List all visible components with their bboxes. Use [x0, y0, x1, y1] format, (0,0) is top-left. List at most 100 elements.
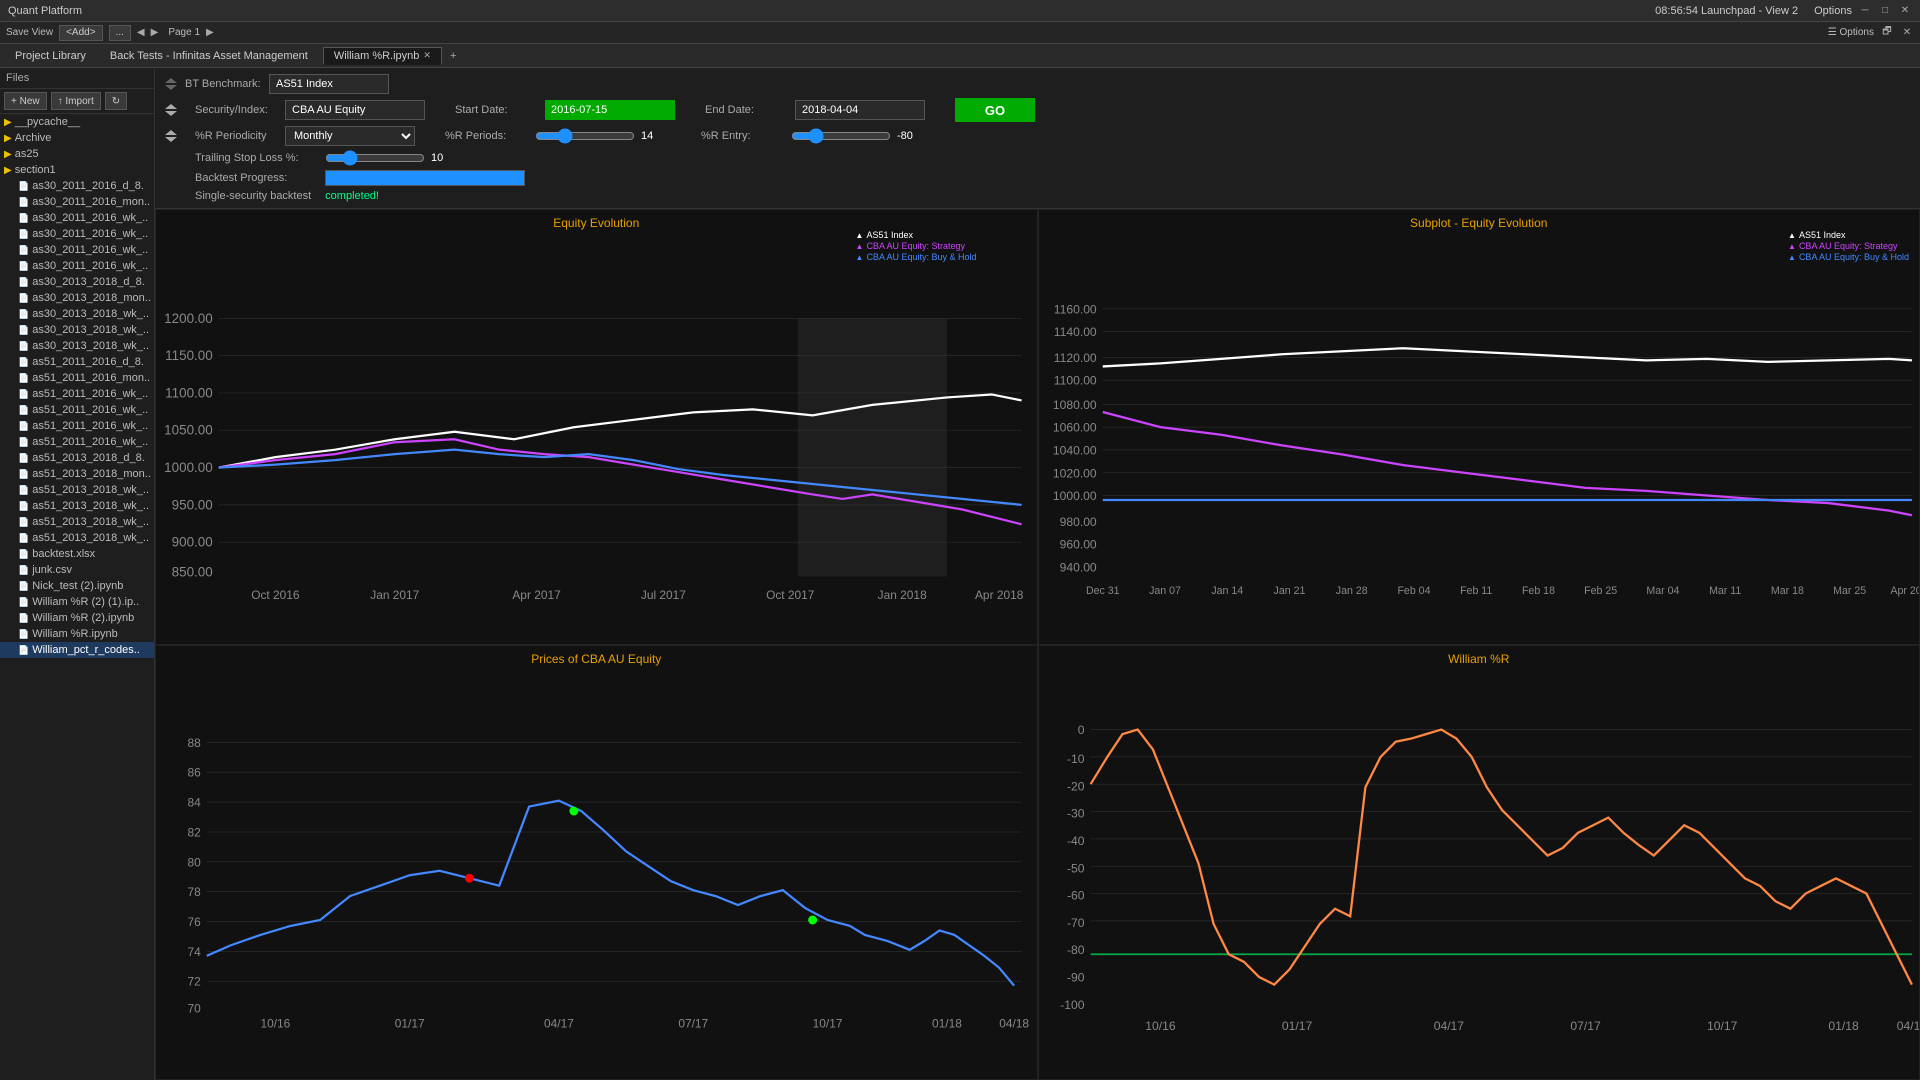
sidebar-file-item[interactable]: 📄as30_2013_2018_wk_.. [0, 306, 154, 322]
svg-text:Mar 11: Mar 11 [1709, 585, 1741, 597]
import-button[interactable]: ↑ Import [51, 92, 101, 110]
svg-text:Jan 21: Jan 21 [1273, 585, 1305, 597]
svg-text:Oct 2017: Oct 2017 [766, 588, 815, 602]
trailing-stop-slider[interactable] [325, 150, 425, 166]
sidebar-file-item[interactable]: 📄as51_2011_2016_wk_.. [0, 386, 154, 402]
file-name: William %R (2) (1).ip.. [32, 596, 139, 608]
svg-text:-20: -20 [1067, 779, 1085, 793]
arrow-up-3[interactable] [165, 130, 177, 135]
file-name: as51_2013_2018_wk_.. [32, 532, 149, 544]
file-name: as30_2013_2018_wk_.. [32, 324, 149, 336]
sidebar-file-item[interactable]: 📄as51_2011_2016_wk_.. [0, 434, 154, 450]
svg-text:Mar 18: Mar 18 [1770, 585, 1803, 597]
sidebar-file-item[interactable]: 📄junk.csv [0, 562, 154, 578]
progress-bar-fill [326, 171, 524, 185]
start-date-input[interactable] [545, 100, 675, 120]
svg-text:04/18: 04/18 [999, 1016, 1029, 1030]
sidebar-file-item[interactable]: 📄as30_2013_2018_wk_.. [0, 338, 154, 354]
tab-william[interactable]: William %R.ipynb ✕ [323, 47, 442, 65]
arrow-up-2[interactable] [165, 104, 177, 109]
quant-title-bar: Quant Platform 08:56:54 Launchpad - View… [0, 0, 1920, 22]
end-date-input[interactable] [795, 100, 925, 120]
row-progress: Backtest Progress: [165, 170, 1910, 186]
svg-text:Jan 2018: Jan 2018 [878, 588, 927, 602]
sidebar-file-item[interactable]: 📄William %R (2) (1).ip.. [0, 594, 154, 610]
refresh-button[interactable]: ↻ [105, 92, 127, 110]
sidebar-file-item[interactable]: 📄as30_2013_2018_mon.. [0, 290, 154, 306]
svg-text:07/17: 07/17 [1570, 1019, 1601, 1033]
sidebar-file-item[interactable]: 📄as51_2011_2016_d_8. [0, 354, 154, 370]
sidebar-file-item[interactable]: 📄William_pct_r_codes.. [0, 642, 154, 658]
sidebar-file-item[interactable]: 📄as30_2011_2016_wk_.. [0, 226, 154, 242]
arrow-down-2[interactable] [165, 111, 177, 116]
page-nav-right[interactable]: ▶ [206, 27, 214, 38]
sidebar-file-item[interactable]: 📄as51_2011_2016_wk_.. [0, 418, 154, 434]
menu-project-library[interactable]: Project Library [4, 47, 97, 65]
sidebar-file-item[interactable]: 📄as51_2013_2018_mon.. [0, 466, 154, 482]
options-label-right[interactable]: ☰ Options [1828, 27, 1874, 38]
sidebar-title: Files [0, 68, 154, 89]
sidebar-file-item[interactable]: 📄as51_2013_2018_wk_.. [0, 498, 154, 514]
sidebar-folder-item[interactable]: ▶as25 [0, 146, 154, 162]
sidebar-folder-item[interactable]: ▶section1 [0, 162, 154, 178]
go-button[interactable]: GO [955, 98, 1035, 122]
folder-icon: ▶ [4, 117, 12, 128]
svg-text:Mar 04: Mar 04 [1646, 585, 1679, 597]
bt-benchmark-input[interactable] [269, 74, 389, 94]
sidebar-file-item[interactable]: 📄William %R (2).ipynb [0, 610, 154, 626]
sidebar-file-item[interactable]: 📄as51_2011_2016_mon.. [0, 370, 154, 386]
restore-btn[interactable]: 🗗 [1880, 26, 1894, 40]
sidebar-file-item[interactable]: 📄as30_2013_2018_wk_.. [0, 322, 154, 338]
sidebar-file-item[interactable]: 📄as30_2011_2016_wk_.. [0, 210, 154, 226]
tab-close-icon[interactable]: ✕ [423, 50, 431, 61]
sidebar-file-item[interactable]: 📄as51_2013_2018_wk_.. [0, 482, 154, 498]
bt-benchmark-label: BT Benchmark: [185, 78, 265, 90]
security-index-input[interactable] [285, 100, 425, 120]
sidebar-file-item[interactable]: 📄as51_2013_2018_wk_.. [0, 514, 154, 530]
sidebar-file-item[interactable]: 📄as51_2011_2016_wk_.. [0, 402, 154, 418]
periodicity-select[interactable]: Monthly Weekly Daily [285, 126, 415, 146]
options-label-top[interactable]: Options [1814, 5, 1852, 17]
add-tab-btn[interactable]: + [444, 48, 462, 64]
pct-r-entry-slider[interactable] [791, 128, 891, 144]
arrow-down-3[interactable] [165, 137, 177, 142]
pct-r-periods-slider[interactable] [535, 128, 635, 144]
sidebar-file-item[interactable]: 📄backtest.xlsx [0, 546, 154, 562]
minimize-btn[interactable]: ─ [1858, 4, 1872, 18]
file-icon: 📄 [18, 453, 29, 464]
new-button[interactable]: + New [4, 92, 47, 110]
svg-text:88: 88 [188, 735, 202, 749]
maximize-btn[interactable]: □ [1878, 4, 1892, 18]
file-icon: 📄 [18, 309, 29, 320]
sidebar-file-item[interactable]: 📄as30_2013_2018_d_8. [0, 274, 154, 290]
sidebar-file-item[interactable]: 📄as30_2011_2016_wk_.. [0, 258, 154, 274]
svg-text:Jan 07: Jan 07 [1149, 585, 1181, 597]
sidebar-file-item[interactable]: 📄as30_2011_2016_d_8. [0, 178, 154, 194]
svg-text:Jan 28: Jan 28 [1335, 585, 1367, 597]
dots-btn[interactable]: ... [109, 25, 131, 41]
close-btn[interactable]: ✕ [1898, 4, 1912, 18]
nav-right-btn[interactable]: ▶ [151, 27, 159, 38]
svg-text:Feb 04: Feb 04 [1397, 585, 1430, 597]
sidebar-file-item[interactable]: 📄as51_2013_2018_wk_.. [0, 530, 154, 546]
status-text: Single-security backtest [195, 190, 311, 202]
arrow-up-indicator[interactable] [165, 78, 177, 83]
sidebar-file-item[interactable]: 📄Nick_test (2).ipynb [0, 578, 154, 594]
sidebar-folder-item[interactable]: ▶Archive [0, 130, 154, 146]
svg-text:04/18: 04/18 [1896, 1019, 1919, 1033]
menu-back-tests[interactable]: Back Tests - Infinitas Asset Management [99, 47, 319, 65]
sidebar-file-item[interactable]: 📄as30_2011_2016_mon.. [0, 194, 154, 210]
file-icon: 📄 [18, 437, 29, 448]
svg-text:1120.00: 1120.00 [1053, 351, 1096, 365]
sidebar-folder-item[interactable]: ▶__pycache__ [0, 114, 154, 130]
sidebar-file-item[interactable]: 📄William %R.ipynb [0, 626, 154, 642]
nav-left-btn[interactable]: ◀ [137, 27, 145, 38]
svg-text:01/18: 01/18 [1828, 1019, 1859, 1033]
svg-text:84: 84 [188, 795, 202, 809]
svg-text:86: 86 [188, 765, 202, 779]
arrow-down-indicator[interactable] [165, 85, 177, 90]
sidebar-file-item[interactable]: 📄as30_2011_2016_wk_.. [0, 242, 154, 258]
sidebar-file-item[interactable]: 📄as51_2013_2018_d_8. [0, 450, 154, 466]
close-lp-btn[interactable]: ✕ [1900, 26, 1914, 40]
add-dropdown-btn[interactable]: <Add> [59, 25, 102, 41]
